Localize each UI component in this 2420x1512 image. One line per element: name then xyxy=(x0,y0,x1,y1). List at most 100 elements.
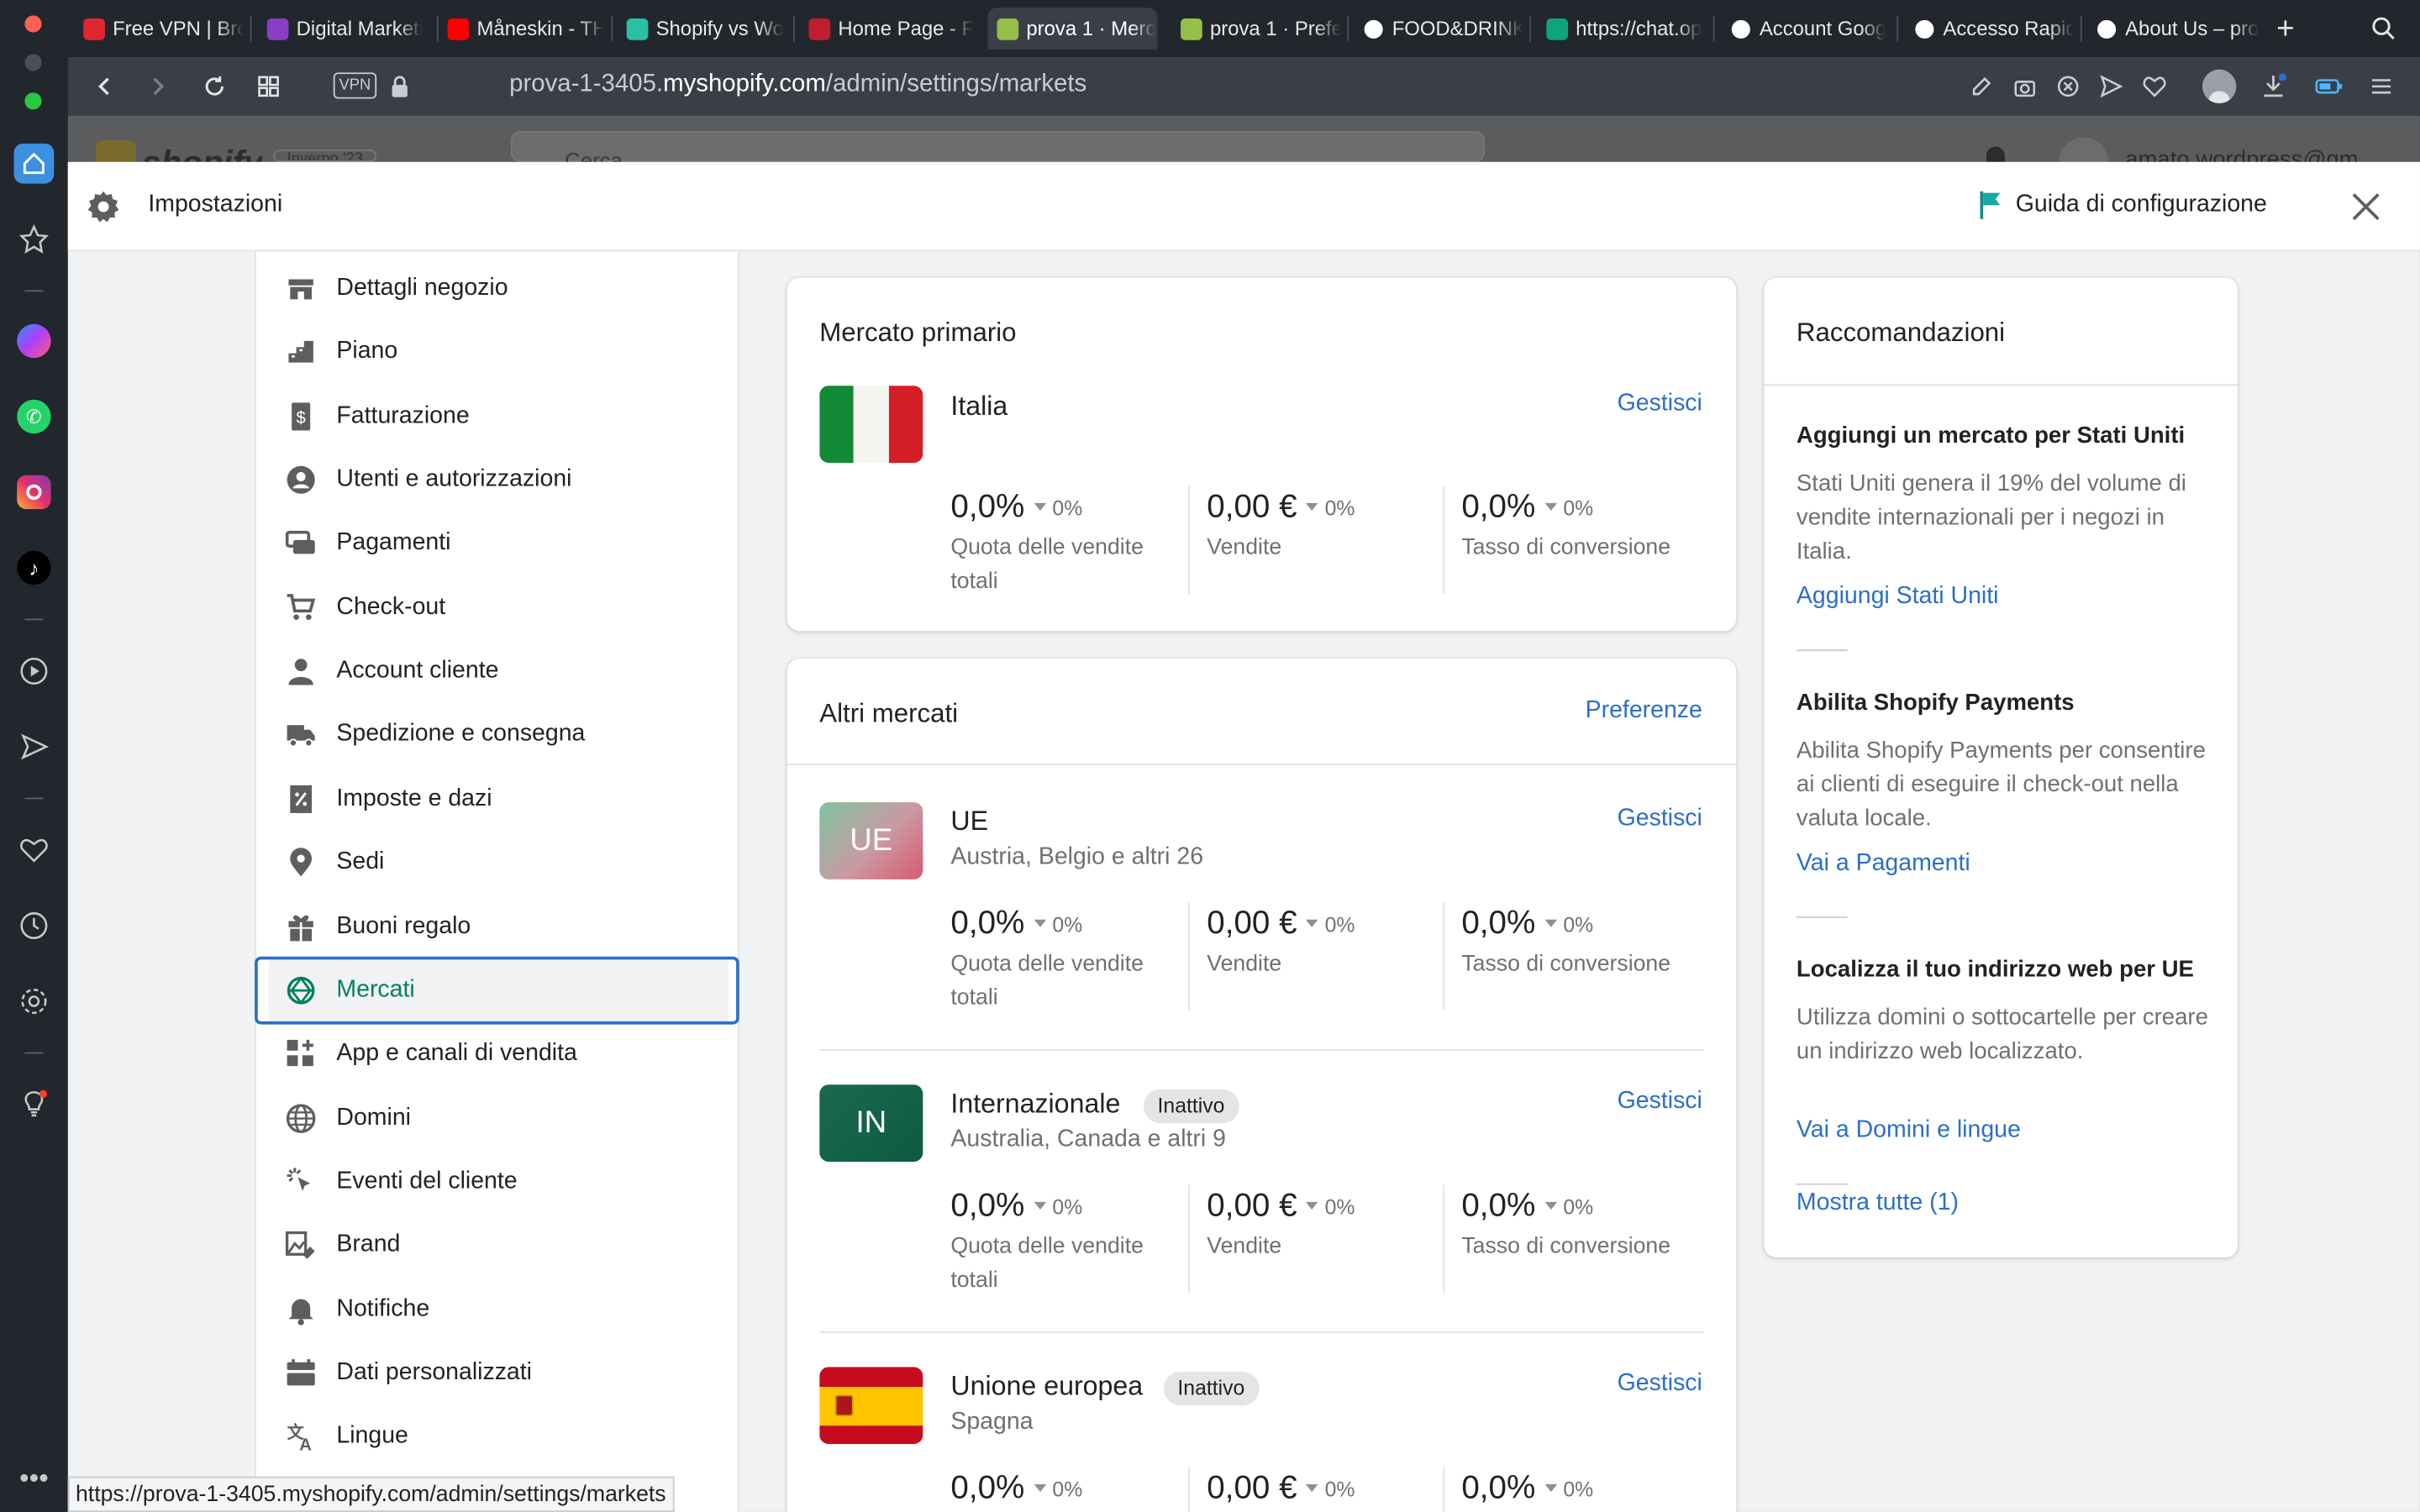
browser-tab[interactable]: About Us – pro xyxy=(2086,8,2260,50)
nav-item-label: Eventi del cliente xyxy=(336,1168,518,1194)
nav-item-check-out[interactable]: Check-out xyxy=(269,575,729,640)
close-icon[interactable] xyxy=(2349,190,2382,223)
nav-item-piano[interactable]: Piano xyxy=(269,320,729,385)
metric-label: Vendite xyxy=(1207,1234,1282,1259)
browser-tab[interactable]: Home Page - F xyxy=(799,8,975,50)
nav-item-app-e-canali-di-vendita[interactable]: App e canali di vendita xyxy=(269,1021,729,1086)
battery-saver-icon[interactable] xyxy=(2312,68,2345,105)
nav-item-brand[interactable]: Brand xyxy=(269,1213,729,1278)
nav-item-fatturazione[interactable]: $ Fatturazione xyxy=(269,384,729,449)
instagram-icon[interactable] xyxy=(14,472,55,512)
recommendation-link[interactable]: Aggiungi Stati Uniti xyxy=(1797,583,1999,611)
window-zoom-dot[interactable] xyxy=(24,92,42,110)
more-dots-icon[interactable]: ••• xyxy=(14,1458,55,1499)
send-icon[interactable] xyxy=(14,727,55,767)
camera-snapshot-icon[interactable] xyxy=(2008,68,2042,105)
nav-item-utenti-e-autorizzazioni[interactable]: Utenti e autorizzazioni xyxy=(269,448,729,512)
browser-tab[interactable]: prova 1 · Merc xyxy=(987,8,1158,50)
bookmark-heart-icon[interactable] xyxy=(2138,68,2171,105)
admin-account: amato.wordpress@gm xyxy=(2125,146,2357,162)
nav-item-spedizione-e-consegna[interactable]: Spedizione e consegna xyxy=(269,703,729,768)
send-page-icon[interactable] xyxy=(2094,68,2128,105)
tabs-grid-icon[interactable] xyxy=(250,68,287,105)
browser-tab[interactable]: prova 1 · Prefe xyxy=(1171,8,1341,50)
history-clock-icon[interactable] xyxy=(14,906,55,946)
market-subtitle: Spagna xyxy=(950,1408,1034,1436)
metric-divider xyxy=(1443,902,1445,1011)
setup-guide-button[interactable]: Guida di configurazione xyxy=(1979,190,2267,221)
tab-title: Home Page - F xyxy=(838,17,975,40)
whatsapp-icon[interactable]: ✆ xyxy=(14,396,55,437)
lock-icon[interactable] xyxy=(387,68,412,105)
tax-icon xyxy=(284,782,318,816)
url-subdomain: prova-1-3405. xyxy=(509,71,664,97)
speed-dial-star-icon[interactable] xyxy=(14,219,55,260)
metric-change: 0% xyxy=(1034,912,1082,936)
nav-item-label: Check-out xyxy=(336,593,446,620)
metric-value: 0,00 € xyxy=(1207,906,1297,942)
nav-item-lingue[interactable]: 文 A Lingue xyxy=(269,1404,729,1469)
nav-item-sedi[interactable]: Sedi xyxy=(269,830,729,895)
vpn-badge[interactable]: VPN xyxy=(333,72,377,99)
adblock-icon[interactable] xyxy=(2051,68,2085,105)
manage-link[interactable]: Gestisci xyxy=(1618,806,1702,833)
show-all-link[interactable]: Mostra tutte (1) xyxy=(1797,1189,1959,1217)
new-tab-plus-icon[interactable]: + xyxy=(2276,13,2294,48)
tips-bulb-icon[interactable] xyxy=(14,1084,55,1125)
address-bar: VPN prova-1-3405.myshopify.com/admin/set… xyxy=(67,56,2420,116)
market-name: UE xyxy=(950,805,989,837)
easy-setup-menu-icon[interactable] xyxy=(2365,68,2398,105)
browser-tab[interactable]: https://chat.op xyxy=(1537,8,1707,50)
bell-icon xyxy=(284,1292,318,1326)
home-icon[interactable] xyxy=(13,143,55,184)
metric-value-row: 0,0% 0% xyxy=(1461,906,1693,942)
tiktok-icon[interactable]: ♪ xyxy=(14,548,55,588)
nav-item-imposte-e-dazi[interactable]: Imposte e dazi xyxy=(269,766,729,831)
downloads-icon[interactable] xyxy=(2256,68,2290,105)
reload-icon[interactable] xyxy=(196,68,233,105)
nav-item-account-cliente[interactable]: Account cliente xyxy=(269,639,729,704)
nav-item-buoni-regalo[interactable]: Buoni regalo xyxy=(269,894,729,958)
back-icon[interactable] xyxy=(87,68,124,105)
nav-item-label: App e canali di vendita xyxy=(336,1040,577,1067)
nav-item-notifiche[interactable]: Notifiche xyxy=(269,1277,729,1341)
tab-separator xyxy=(1712,15,1715,42)
tab-search-icon[interactable] xyxy=(2370,15,2395,39)
nav-item-eventi-del-cliente[interactable]: Eventi del cliente xyxy=(269,1149,729,1214)
recommendation-link[interactable]: Vai a Domini e lingue xyxy=(1797,1117,2021,1145)
settings-gear-icon[interactable] xyxy=(14,981,55,1021)
primary-manage-link[interactable]: Gestisci xyxy=(1618,391,1702,418)
metric-divider xyxy=(1443,1467,1445,1512)
window-minimize-dot[interactable] xyxy=(24,54,42,71)
browser-tab[interactable]: Måneskin - TH xyxy=(439,8,605,50)
profile-avatar-icon[interactable] xyxy=(2201,68,2238,105)
nav-item-domini[interactable]: Domini xyxy=(269,1085,729,1150)
window-close-dot[interactable] xyxy=(24,15,42,33)
brand-icon xyxy=(284,1228,318,1262)
forward-icon[interactable] xyxy=(139,68,176,105)
favorites-heart-icon[interactable] xyxy=(14,830,55,870)
browser-tab[interactable]: Account Goog xyxy=(1721,8,1891,50)
metric-change-value: 0% xyxy=(1563,1477,1594,1501)
admin-bell-icon xyxy=(1986,146,2005,162)
caret-down-icon xyxy=(1306,1201,1319,1210)
recommendation-link[interactable]: Vai a Pagamenti xyxy=(1797,850,1970,878)
browser-tab[interactable]: Shopify vs Wo xyxy=(618,8,787,50)
edit-share-icon[interactable] xyxy=(1965,68,1998,105)
sidebar-divider xyxy=(24,1052,44,1054)
recommendation-divider xyxy=(1796,916,1848,918)
nav-item-label: Imposte e dazi xyxy=(336,785,492,811)
browser-tab[interactable]: Digital Marketi xyxy=(258,8,431,50)
browser-tab[interactable]: Accesso Rapid xyxy=(1904,8,2075,50)
nav-item-dati-personalizzati[interactable]: Dati personalizzati xyxy=(269,1341,729,1405)
nav-item-dettagli-negozio[interactable]: Dettagli negozio xyxy=(269,256,729,321)
browser-tab[interactable]: Free VPN | Bro xyxy=(74,8,244,50)
messenger-icon[interactable] xyxy=(14,321,55,361)
manage-link[interactable]: Gestisci xyxy=(1618,1370,1702,1398)
nav-item-pagamenti[interactable]: Pagamenti xyxy=(269,512,729,576)
manage-link[interactable]: Gestisci xyxy=(1618,1088,1702,1116)
preferences-link[interactable]: Preferenze xyxy=(1586,697,1702,725)
url-field[interactable]: prova-1-3405.myshopify.com/admin/setting… xyxy=(509,71,1086,98)
browser-tab[interactable]: FOOD&DRINK xyxy=(1354,8,1523,50)
player-icon[interactable] xyxy=(14,651,55,691)
